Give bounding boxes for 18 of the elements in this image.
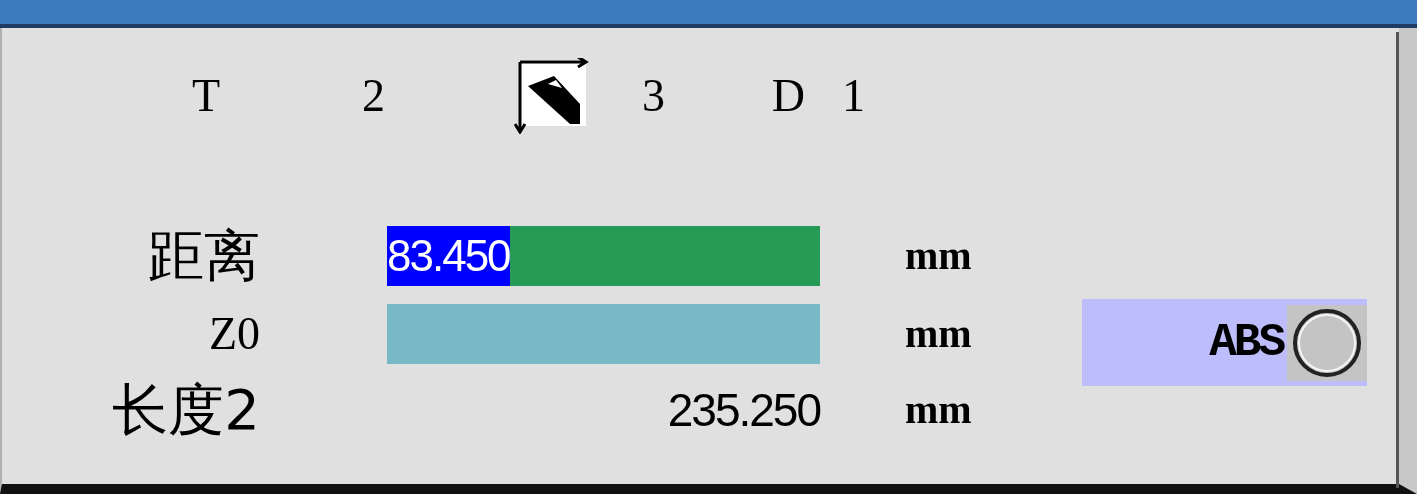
- abs-option[interactable]: ABS: [1082, 299, 1367, 386]
- field-label: 长度2: [112, 382, 260, 438]
- radio-button[interactable]: [1291, 306, 1363, 379]
- field-value: 83.450: [387, 226, 510, 286]
- tool-header-text: D: [771, 70, 805, 121]
- unit-label: mm: [905, 236, 973, 276]
- input-field[interactable]: [387, 304, 820, 364]
- tool-header-text: 1: [842, 70, 865, 121]
- unit-label: mm: [905, 314, 973, 354]
- unit-label: mm: [905, 390, 973, 430]
- field-label: 距离: [148, 228, 260, 284]
- tool-icon: [514, 58, 590, 134]
- input-field[interactable]: 83.450: [387, 226, 820, 286]
- tool-header-text: 3: [642, 70, 665, 121]
- field-value: 235.250: [667, 383, 820, 437]
- field-label: Z0: [208, 311, 260, 357]
- tool-header-text: 2: [362, 70, 385, 121]
- tool-header-text: T: [191, 70, 220, 121]
